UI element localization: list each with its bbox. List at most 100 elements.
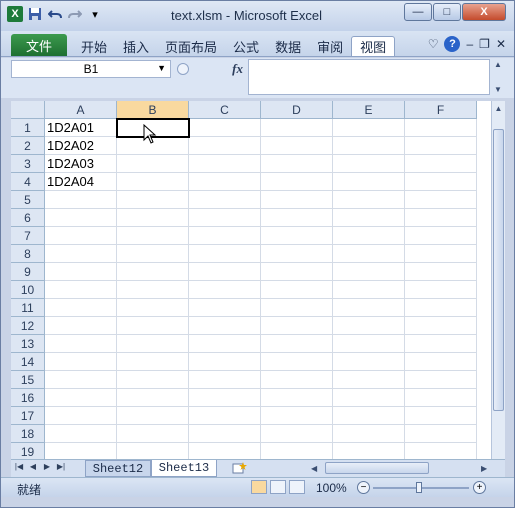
cell-a7[interactable] xyxy=(45,227,117,245)
cell-f15[interactable] xyxy=(405,371,477,389)
row-header-5[interactable]: 5 xyxy=(11,191,45,209)
column-header-b[interactable]: B xyxy=(117,101,189,119)
cell-f7[interactable] xyxy=(405,227,477,245)
last-sheet-icon[interactable]: ▶| xyxy=(55,462,67,471)
cell-e17[interactable] xyxy=(333,407,405,425)
help-icon[interactable]: ? xyxy=(444,36,461,52)
cell-d5[interactable] xyxy=(261,191,333,209)
row-header-19[interactable]: 19 xyxy=(11,443,45,459)
insert-function-button[interactable]: fx xyxy=(232,61,243,77)
sheet-tab-sheet13[interactable]: Sheet13 xyxy=(151,460,217,477)
scroll-right-icon[interactable]: ▶ xyxy=(481,464,487,473)
column-header-a[interactable]: A xyxy=(45,101,117,119)
minimize-button[interactable]: — xyxy=(404,3,432,21)
cell-e4[interactable] xyxy=(333,173,405,191)
name-box-dropdown-icon[interactable]: ▼ xyxy=(157,63,166,73)
cell-c1[interactable] xyxy=(189,119,261,137)
row-header-14[interactable]: 14 xyxy=(11,353,45,371)
scroll-up-icon[interactable]: ▲ xyxy=(494,60,502,69)
cell-d11[interactable] xyxy=(261,299,333,317)
cell-a13[interactable] xyxy=(45,335,117,353)
cell-a9[interactable] xyxy=(45,263,117,281)
cell-e1[interactable] xyxy=(333,119,405,137)
row-header-7[interactable]: 7 xyxy=(11,227,45,245)
cell-d6[interactable] xyxy=(261,209,333,227)
cell-a6[interactable] xyxy=(45,209,117,227)
cell-f18[interactable] xyxy=(405,425,477,443)
scroll-down-icon[interactable]: ▼ xyxy=(494,85,502,94)
cell-a14[interactable] xyxy=(45,353,117,371)
cell-d15[interactable] xyxy=(261,371,333,389)
tab-review[interactable]: 审阅 xyxy=(309,36,351,56)
cell-c11[interactable] xyxy=(189,299,261,317)
spreadsheet-grid[interactable]: A B C D E F 1 1D2A01 2 1D2A02 3 1D2A03 4 1D2A04 5 6 7 8 9 1… xyxy=(11,101,491,459)
scroll-left-icon[interactable]: ◀ xyxy=(311,464,317,473)
cell-a19[interactable] xyxy=(45,443,117,459)
row-header-4[interactable]: 4 xyxy=(11,173,45,191)
cell-b4[interactable] xyxy=(117,173,189,191)
row-header-13[interactable]: 13 xyxy=(11,335,45,353)
cell-d10[interactable] xyxy=(261,281,333,299)
name-box[interactable]: B1 ▼ xyxy=(11,60,171,78)
cell-c17[interactable] xyxy=(189,407,261,425)
file-tab[interactable]: 文件 xyxy=(11,34,67,56)
cell-f19[interactable] xyxy=(405,443,477,459)
cell-f16[interactable] xyxy=(405,389,477,407)
cell-c7[interactable] xyxy=(189,227,261,245)
cell-c3[interactable] xyxy=(189,155,261,173)
cell-e6[interactable] xyxy=(333,209,405,227)
cell-c9[interactable] xyxy=(189,263,261,281)
cell-a8[interactable] xyxy=(45,245,117,263)
tab-home[interactable]: 开始 xyxy=(73,36,115,56)
select-all-corner[interactable] xyxy=(11,101,45,119)
cell-d9[interactable] xyxy=(261,263,333,281)
cell-e2[interactable] xyxy=(333,137,405,155)
cell-b16[interactable] xyxy=(117,389,189,407)
cell-b19[interactable] xyxy=(117,443,189,459)
cell-e14[interactable] xyxy=(333,353,405,371)
horizontal-scroll-thumb[interactable] xyxy=(325,462,429,474)
cell-e3[interactable] xyxy=(333,155,405,173)
cell-c6[interactable] xyxy=(189,209,261,227)
customize-qat-icon[interactable]: ▾ xyxy=(87,6,103,22)
cell-c14[interactable] xyxy=(189,353,261,371)
column-header-f[interactable]: F xyxy=(405,101,477,119)
cell-c8[interactable] xyxy=(189,245,261,263)
row-header-3[interactable]: 3 xyxy=(11,155,45,173)
cell-c15[interactable] xyxy=(189,371,261,389)
workbook-restore-icon[interactable]: ❐ xyxy=(479,37,490,51)
expand-formula-icon[interactable] xyxy=(177,63,189,75)
zoom-slider-thumb[interactable] xyxy=(416,482,422,493)
zoom-in-icon[interactable]: + xyxy=(473,481,486,494)
maximize-button[interactable]: □ xyxy=(433,3,461,21)
normal-view-icon[interactable] xyxy=(251,480,267,494)
redo-icon[interactable] xyxy=(67,6,83,22)
cell-a2[interactable]: 1D2A02 xyxy=(45,137,117,155)
row-header-18[interactable]: 18 xyxy=(11,425,45,443)
cell-b10[interactable] xyxy=(117,281,189,299)
cell-d18[interactable] xyxy=(261,425,333,443)
cell-e8[interactable] xyxy=(333,245,405,263)
cell-a17[interactable] xyxy=(45,407,117,425)
cell-e18[interactable] xyxy=(333,425,405,443)
cell-d8[interactable] xyxy=(261,245,333,263)
close-button[interactable]: X xyxy=(462,3,506,21)
cell-b17[interactable] xyxy=(117,407,189,425)
formula-input[interactable] xyxy=(248,59,490,95)
column-header-d[interactable]: D xyxy=(261,101,333,119)
cell-e5[interactable] xyxy=(333,191,405,209)
cell-d14[interactable] xyxy=(261,353,333,371)
cell-a12[interactable] xyxy=(45,317,117,335)
tab-data[interactable]: 数据 xyxy=(267,36,309,56)
cell-b7[interactable] xyxy=(117,227,189,245)
cell-b14[interactable] xyxy=(117,353,189,371)
undo-icon[interactable] xyxy=(47,6,63,22)
cell-f9[interactable] xyxy=(405,263,477,281)
vertical-scroll-thumb[interactable] xyxy=(493,129,504,411)
cell-d7[interactable] xyxy=(261,227,333,245)
workbook-minimize-icon[interactable]: – xyxy=(466,37,473,51)
cell-a11[interactable] xyxy=(45,299,117,317)
cell-c4[interactable] xyxy=(189,173,261,191)
row-header-6[interactable]: 6 xyxy=(11,209,45,227)
cell-a3[interactable]: 1D2A03 xyxy=(45,155,117,173)
